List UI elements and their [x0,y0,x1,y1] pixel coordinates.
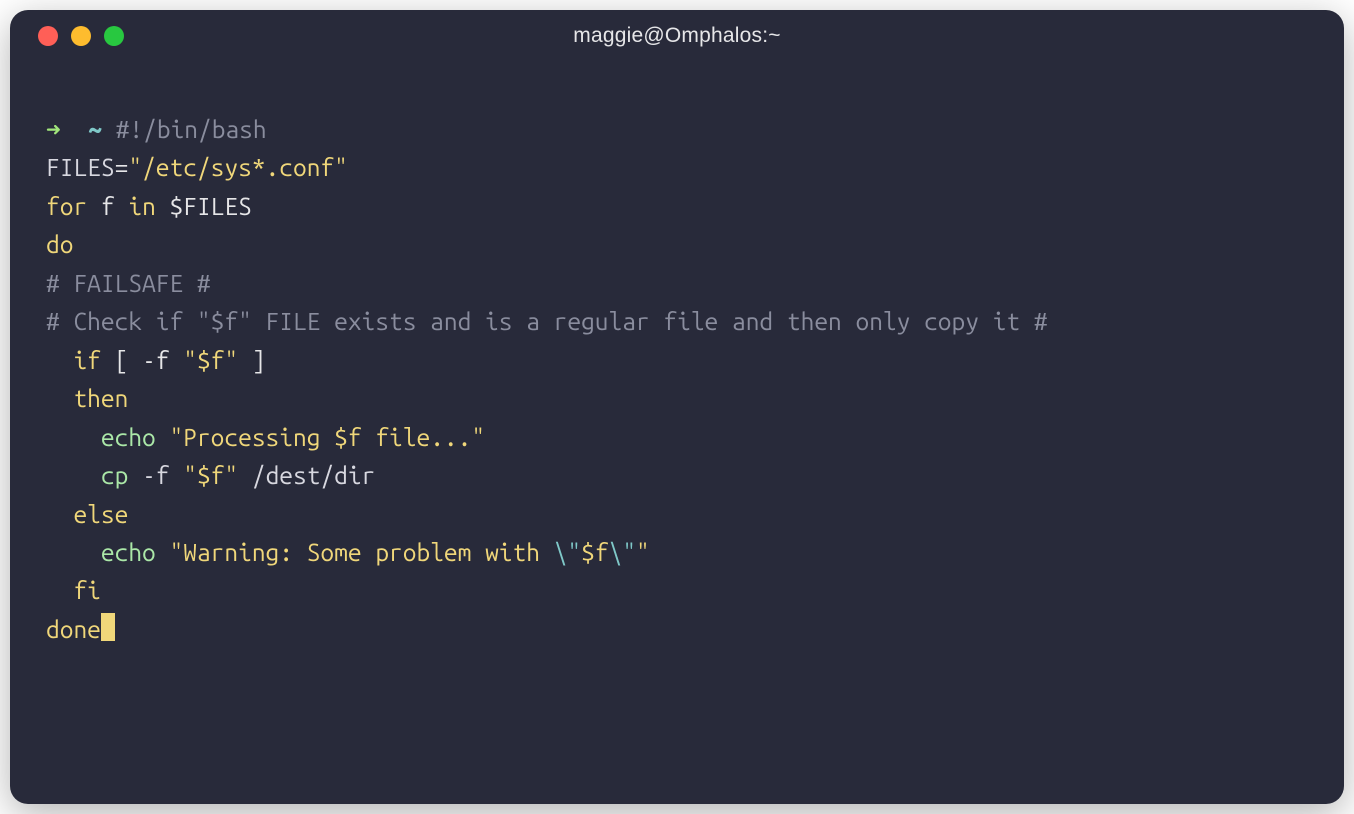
shebang-comment: #!/bin/bash [116,115,267,143]
code-line: echo "Warning: Some problem with \"$f\"" [46,533,1308,571]
terminal-body[interactable]: ➜ ~ #!/bin/bashFILES="/etc/sys*.conf"for… [10,62,1344,804]
variable-name: FILES [46,153,115,181]
space [156,538,170,566]
builtin-cp: cp [101,461,128,489]
string-literal: " [636,538,650,566]
keyword-in: in [128,192,155,220]
string-literal: $f [581,538,608,566]
indent [46,461,101,489]
escape-seq: \" [554,538,581,566]
code-line: if [ -f "$f" ] [46,341,1308,379]
builtin-echo: echo [101,423,156,451]
prompt-tilde: ~ [88,115,102,143]
code-line: fi [46,571,1308,609]
terminal-window: maggie@Omphalos:~ ➜ ~ #!/bin/bashFILES="… [10,10,1344,804]
indent [46,346,73,374]
indent [46,423,101,451]
prompt-arrow-icon: ➜ [46,115,61,143]
window-title: maggie@Omphalos:~ [573,24,780,48]
string-literal: "$f" [183,461,238,489]
code-line: cp -f "$f" /dest/dir [46,456,1308,494]
keyword-done: done [46,615,101,643]
keyword-then: then [73,384,128,412]
titlebar: maggie@Omphalos:~ [10,10,1344,62]
code-line: done [46,610,1308,648]
keyword-for: for [46,192,87,220]
traffic-lights [38,26,124,46]
keyword-do: do [46,230,73,258]
minimize-button[interactable] [71,26,91,46]
indent [46,384,73,412]
indent [46,538,101,566]
code-line: else [46,495,1308,533]
indent [46,576,73,604]
code-line: echo "Processing $f file..." [46,418,1308,456]
keyword-fi: fi [73,576,100,604]
string-literal: "/etc/sys*.conf" [128,153,348,181]
string-literal: "Warning: Some problem with [170,538,554,566]
test-expr: [ -f [101,346,183,374]
code-line: # Check if "$f" FILE exists and is a reg… [46,302,1308,340]
builtin-echo: echo [101,538,156,566]
code-line: for f in $FILES [46,187,1308,225]
indent [46,500,73,528]
code-line: FILES="/etc/sys*.conf" [46,148,1308,186]
equals: = [115,153,129,181]
flag: -f [128,461,183,489]
string-literal: "Processing $f file..." [170,423,486,451]
test-close: ] [238,346,265,374]
maximize-button[interactable] [104,26,124,46]
code-line: then [46,379,1308,417]
comment: # Check if "$f" FILE exists and is a reg… [46,307,1048,335]
code-line: # FAILSAFE # [46,264,1308,302]
loop-var: f [87,192,128,220]
keyword-else: else [73,500,128,528]
string-literal: "$f" [183,346,238,374]
code-line: ➜ ~ #!/bin/bash [46,110,1308,148]
escape-seq: \" [609,538,636,566]
code-line: do [46,225,1308,263]
comment: # FAILSAFE # [46,269,211,297]
path: /dest/dir [238,461,375,489]
keyword-if: if [73,346,100,374]
cursor-icon [101,613,115,641]
variable-ref: $FILES [156,192,252,220]
space [156,423,170,451]
close-button[interactable] [38,26,58,46]
